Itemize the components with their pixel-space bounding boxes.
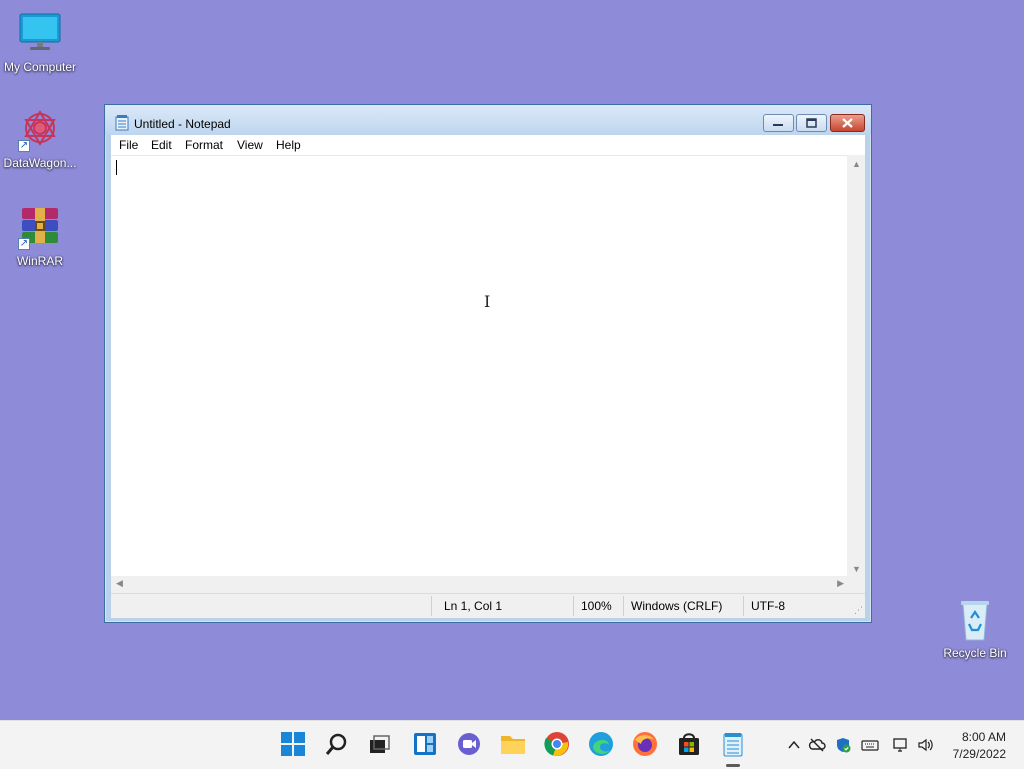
monitor-icon: [16, 10, 64, 58]
shortcut-arrow-icon: ↗: [18, 140, 30, 152]
store-icon[interactable]: [676, 731, 702, 757]
security-shield-icon[interactable]: [834, 736, 852, 754]
clock-date: 7/29/2022: [952, 747, 1006, 761]
text-editor-area[interactable]: I: [111, 155, 847, 577]
scroll-up-icon[interactable]: ▲: [852, 159, 861, 169]
taskbar: 8:00 AM 7/29/2022: [0, 720, 1024, 769]
status-zoom: 100%: [581, 599, 612, 613]
desktop-icon-datawagon[interactable]: ↗ DataWagon...: [0, 106, 80, 170]
task-view-icon[interactable]: [366, 731, 392, 757]
close-icon: [842, 118, 853, 128]
network-icon[interactable]: [892, 736, 910, 754]
vertical-scrollbar[interactable]: ▲ ▼: [847, 155, 865, 576]
clock-time: 8:00 AM: [961, 730, 1006, 744]
notepad-app-icon: [115, 115, 129, 134]
title-bar[interactable]: Untitled - Notepad: [105, 105, 871, 135]
desktop-icon-label: My Computer: [3, 60, 77, 74]
notepad-icon[interactable]: [720, 731, 746, 757]
desktop-icon-label: WinRAR: [16, 254, 63, 268]
maximize-button[interactable]: [796, 114, 827, 132]
resize-grip-icon[interactable]: ⋰: [854, 605, 863, 616]
menu-edit[interactable]: Edit: [151, 138, 172, 152]
shortcut-arrow-icon: ↗: [18, 238, 30, 250]
widgets-icon[interactable]: [412, 731, 438, 757]
chevron-up-icon[interactable]: [785, 736, 803, 754]
menu-help[interactable]: Help: [276, 138, 301, 152]
winrar-icon: ↗: [16, 204, 64, 252]
active-app-indicator: [726, 764, 740, 767]
desktop-icon-label: Recycle Bin: [943, 646, 1007, 660]
close-button[interactable]: [830, 114, 865, 132]
firefox-icon[interactable]: [632, 731, 658, 757]
status-divider: [573, 596, 574, 616]
window-title: Untitled - Notepad: [134, 117, 231, 131]
ibeam-cursor-icon: I: [484, 292, 491, 311]
status-bar: Ln 1, Col 1 100% Windows (CRLF) UTF-8 ⋰: [111, 593, 865, 618]
scroll-left-icon[interactable]: ◀: [116, 578, 123, 589]
status-divider: [743, 596, 744, 616]
file-explorer-icon[interactable]: [500, 731, 526, 757]
scrollbar-corner: [847, 576, 865, 593]
start-icon[interactable]: [280, 731, 306, 757]
menu-view[interactable]: View: [237, 138, 263, 152]
datawagon-icon: ↗: [16, 106, 64, 154]
desktop-icon-winrar[interactable]: ↗ WinRAR: [0, 204, 80, 268]
volume-icon[interactable]: [917, 736, 935, 754]
keyboard-icon[interactable]: [861, 736, 879, 754]
search-icon[interactable]: [324, 731, 350, 757]
edge-icon[interactable]: [588, 731, 614, 757]
chat-icon[interactable]: [456, 731, 482, 757]
status-divider: [431, 596, 432, 616]
status-line-ending: Windows (CRLF): [631, 599, 723, 613]
chrome-icon[interactable]: [544, 731, 570, 757]
notepad-window: Untitled - Notepad File Edit Format View…: [104, 104, 872, 623]
desktop-icon-my-computer[interactable]: My Computer: [0, 10, 80, 74]
onedrive-offline-icon[interactable]: [808, 736, 826, 754]
status-divider: [623, 596, 624, 616]
scroll-right-icon[interactable]: ▶: [837, 578, 844, 589]
status-position: Ln 1, Col 1: [444, 599, 503, 613]
scroll-down-icon[interactable]: ▼: [852, 564, 861, 574]
minimize-button[interactable]: [763, 114, 794, 132]
status-encoding: UTF-8: [751, 599, 785, 613]
menu-format[interactable]: Format: [185, 138, 223, 152]
text-caret: [116, 160, 117, 175]
maximize-icon: [806, 118, 817, 128]
menu-bar: File Edit Format View Help: [111, 135, 865, 155]
recycle-bin-icon: [951, 596, 999, 644]
desktop-icon-label: DataWagon...: [3, 156, 77, 170]
menu-file[interactable]: File: [119, 138, 138, 152]
horizontal-scrollbar[interactable]: ◀ ▶: [111, 576, 847, 593]
system-clock[interactable]: 8:00 AM 7/29/2022: [953, 729, 1006, 763]
minimize-icon: [773, 124, 783, 126]
desktop-icon-recycle-bin[interactable]: Recycle Bin: [935, 596, 1015, 660]
